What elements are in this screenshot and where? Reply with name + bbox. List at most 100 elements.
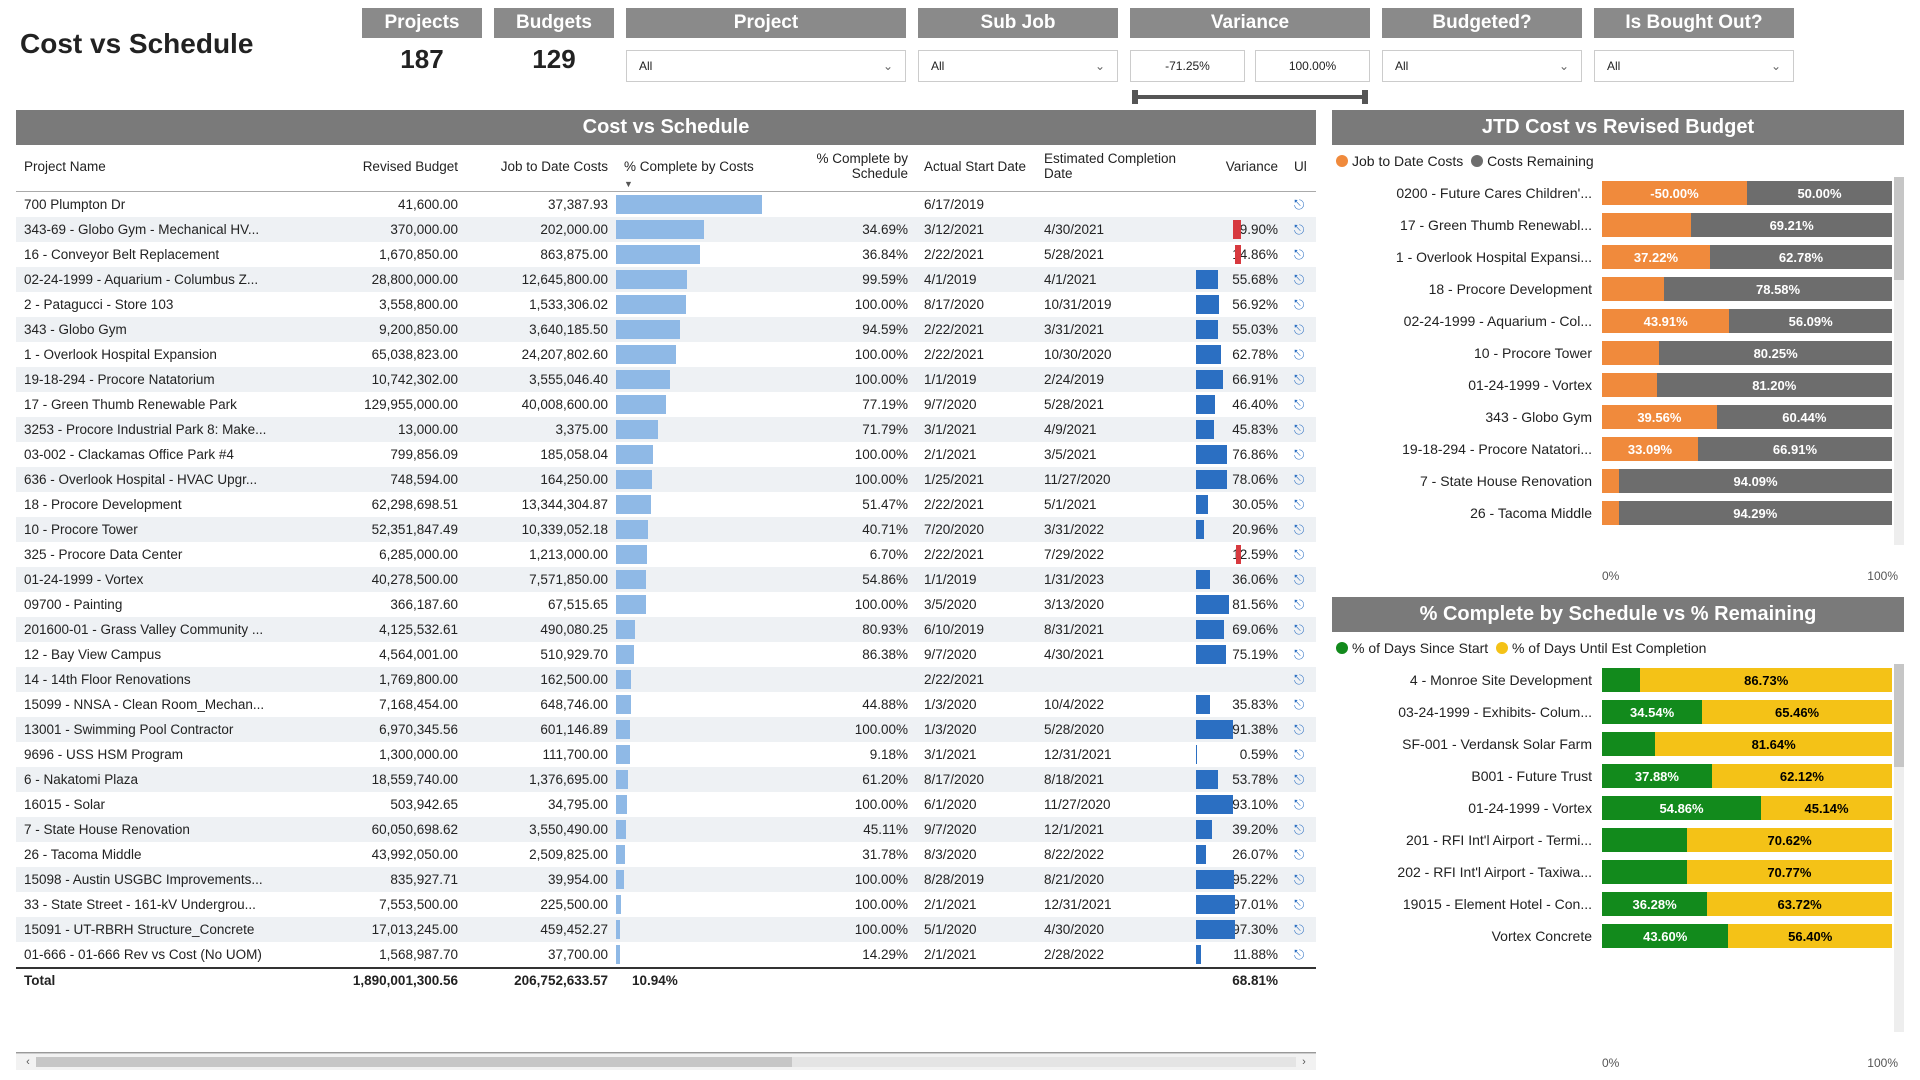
chart-row[interactable]: 26 - Tacoma Middle94.29% [1332,501,1892,525]
table-row[interactable]: 16015 - Solar503,942.6534,795.006.90%100… [16,792,1316,817]
link-icon[interactable]: ⎋ [1294,522,1304,537]
table-row[interactable]: 09700 - Painting366,187.6067,515.6518.44… [16,592,1316,617]
cell-url[interactable]: ⎋ [1286,392,1316,417]
link-icon[interactable]: ⎋ [1294,922,1304,937]
link-icon[interactable]: ⎋ [1294,447,1304,462]
header-est[interactable]: Estimated Completion Date [1036,145,1196,192]
link-icon[interactable]: ⎋ [1294,847,1304,862]
link-icon[interactable]: ⎋ [1294,697,1304,712]
chart-row[interactable]: 03-24-1999 - Exhibits- Colum...34.54%65.… [1332,700,1892,724]
header-start[interactable]: Actual Start Date [916,145,1036,192]
table-row[interactable]: 1 - Overlook Hospital Expansion65,038,82… [16,342,1316,367]
table-row[interactable]: 02-24-1999 - Aquarium - Columbus Z...28,… [16,267,1316,292]
link-icon[interactable]: ⎋ [1294,422,1304,437]
link-icon[interactable]: ⎋ [1294,347,1304,362]
table-row[interactable]: 01-24-1999 - Vortex40,278,500.007,571,85… [16,567,1316,592]
chart-row[interactable]: 18 - Procore Development78.58% [1332,277,1892,301]
slicer-project-dropdown[interactable]: All ⌄ [626,50,906,82]
sched-vertical-scrollbar[interactable] [1894,664,1904,1032]
slicer-bought-dropdown[interactable]: All ⌄ [1594,50,1794,82]
jtd-scroll-thumb[interactable] [1894,177,1904,280]
table-row[interactable]: 15091 - UT-RBRH Structure_Concrete17,013… [16,917,1316,942]
link-icon[interactable]: ⎋ [1294,322,1304,337]
table-row[interactable]: 7 - State House Renovation60,050,698.623… [16,817,1316,842]
header-name[interactable]: Project Name [16,145,316,192]
table-row[interactable]: 343 - Globo Gym9,200,850.003,640,185.503… [16,317,1316,342]
cell-url[interactable]: ⎋ [1286,192,1316,218]
chart-row[interactable]: 17 - Green Thumb Renewabl...69.21% [1332,213,1892,237]
chart-row[interactable]: 02-24-1999 - Aquarium - Col...43.91%56.0… [1332,309,1892,333]
chart-row[interactable]: 01-24-1999 - Vortex81.20% [1332,373,1892,397]
range-handle-min[interactable] [1132,90,1138,104]
cell-url[interactable]: ⎋ [1286,467,1316,492]
table-row[interactable]: 13001 - Swimming Pool Contractor6,970,34… [16,717,1316,742]
link-icon[interactable]: ⎋ [1294,272,1304,287]
cell-url[interactable]: ⎋ [1286,492,1316,517]
table-row[interactable]: 2 - Patagucci - Store 1033,558,800.001,5… [16,292,1316,317]
link-icon[interactable]: ⎋ [1294,672,1304,687]
header-budget[interactable]: Revised Budget [316,145,466,192]
chart-row[interactable]: 0200 - Future Cares Children'...-50.00%5… [1332,181,1892,205]
cell-url[interactable]: ⎋ [1286,867,1316,892]
table-row[interactable]: 3253 - Procore Industrial Park 8: Make..… [16,417,1316,442]
table-row[interactable]: 16 - Conveyor Belt Replacement1,670,850.… [16,242,1316,267]
cost-schedule-table[interactable]: Project Name Revised Budget Job to Date … [16,145,1316,991]
table-row[interactable]: 201600-01 - Grass Valley Community ...4,… [16,617,1316,642]
scroll-thumb[interactable] [36,1057,792,1067]
chart-row[interactable]: 19-18-294 - Procore Natatori...33.09%66.… [1332,437,1892,461]
chart-row[interactable]: 343 - Globo Gym39.56%60.44% [1332,405,1892,429]
cell-url[interactable]: ⎋ [1286,817,1316,842]
chart-row[interactable]: Vortex Concrete43.60%56.40% [1332,924,1892,948]
horizontal-scrollbar[interactable]: ‹ › [16,1053,1316,1070]
cell-url[interactable]: ⎋ [1286,342,1316,367]
cell-url[interactable]: ⎋ [1286,667,1316,692]
scroll-right-icon[interactable]: › [1296,1056,1312,1068]
table-row[interactable]: 636 - Overlook Hospital - HVAC Upgr...74… [16,467,1316,492]
link-icon[interactable]: ⎋ [1294,772,1304,787]
cell-url[interactable]: ⎋ [1286,567,1316,592]
sched-bar-list[interactable]: 4 - Monroe Site Development86.73%03-24-1… [1332,664,1904,1052]
chart-row[interactable]: 202 - RFI Int'l Airport - Taxiwa...70.77… [1332,860,1892,884]
cell-url[interactable]: ⎋ [1286,717,1316,742]
table-row[interactable]: 01-666 - 01-666 Rev vs Cost (No UOM)1,56… [16,942,1316,968]
chart-row[interactable]: B001 - Future Trust37.88%62.12% [1332,764,1892,788]
link-icon[interactable]: ⎋ [1294,747,1304,762]
cell-url[interactable]: ⎋ [1286,942,1316,968]
header-jtd[interactable]: Job to Date Costs [466,145,616,192]
link-icon[interactable]: ⎋ [1294,197,1304,212]
cell-url[interactable]: ⎋ [1286,892,1316,917]
table-row[interactable]: 15099 - NNSA - Clean Room_Mechan...7,168… [16,692,1316,717]
cell-url[interactable]: ⎋ [1286,242,1316,267]
link-icon[interactable]: ⎋ [1294,372,1304,387]
variance-range-slider[interactable] [1132,86,1368,106]
slicer-budgeted-dropdown[interactable]: All ⌄ [1382,50,1582,82]
link-icon[interactable]: ⎋ [1294,872,1304,887]
cell-url[interactable]: ⎋ [1286,917,1316,942]
chart-row[interactable]: 10 - Procore Tower80.25% [1332,341,1892,365]
table-row[interactable]: 325 - Procore Data Center6,285,000.001,2… [16,542,1316,567]
cell-url[interactable]: ⎋ [1286,742,1316,767]
link-icon[interactable]: ⎋ [1294,222,1304,237]
cell-url[interactable]: ⎋ [1286,217,1316,242]
scroll-left-icon[interactable]: ‹ [20,1056,36,1068]
link-icon[interactable]: ⎋ [1294,497,1304,512]
jtd-bar-list[interactable]: 0200 - Future Cares Children'...-50.00%5… [1332,177,1904,565]
cell-url[interactable]: ⎋ [1286,417,1316,442]
variance-max-input[interactable]: 100.00% [1255,50,1370,82]
link-icon[interactable]: ⎋ [1294,397,1304,412]
cell-url[interactable]: ⎋ [1286,842,1316,867]
range-handle-max[interactable] [1362,90,1368,104]
cell-url[interactable]: ⎋ [1286,317,1316,342]
header-url[interactable]: Ul [1286,145,1316,192]
sched-scroll-thumb[interactable] [1894,664,1904,767]
link-icon[interactable]: ⎋ [1294,247,1304,262]
table-row[interactable]: 10 - Procore Tower52,351,847.4910,339,05… [16,517,1316,542]
table-row[interactable]: 14 - 14th Floor Renovations1,769,800.001… [16,667,1316,692]
chart-row[interactable]: 201 - RFI Int'l Airport - Termi...70.62% [1332,828,1892,852]
cell-url[interactable]: ⎋ [1286,542,1316,567]
cell-url[interactable]: ⎋ [1286,767,1316,792]
link-icon[interactable]: ⎋ [1294,622,1304,637]
scroll-track[interactable] [36,1057,1296,1067]
cell-url[interactable]: ⎋ [1286,642,1316,667]
table-row[interactable]: 15098 - Austin USGBC Improvements...835,… [16,867,1316,892]
